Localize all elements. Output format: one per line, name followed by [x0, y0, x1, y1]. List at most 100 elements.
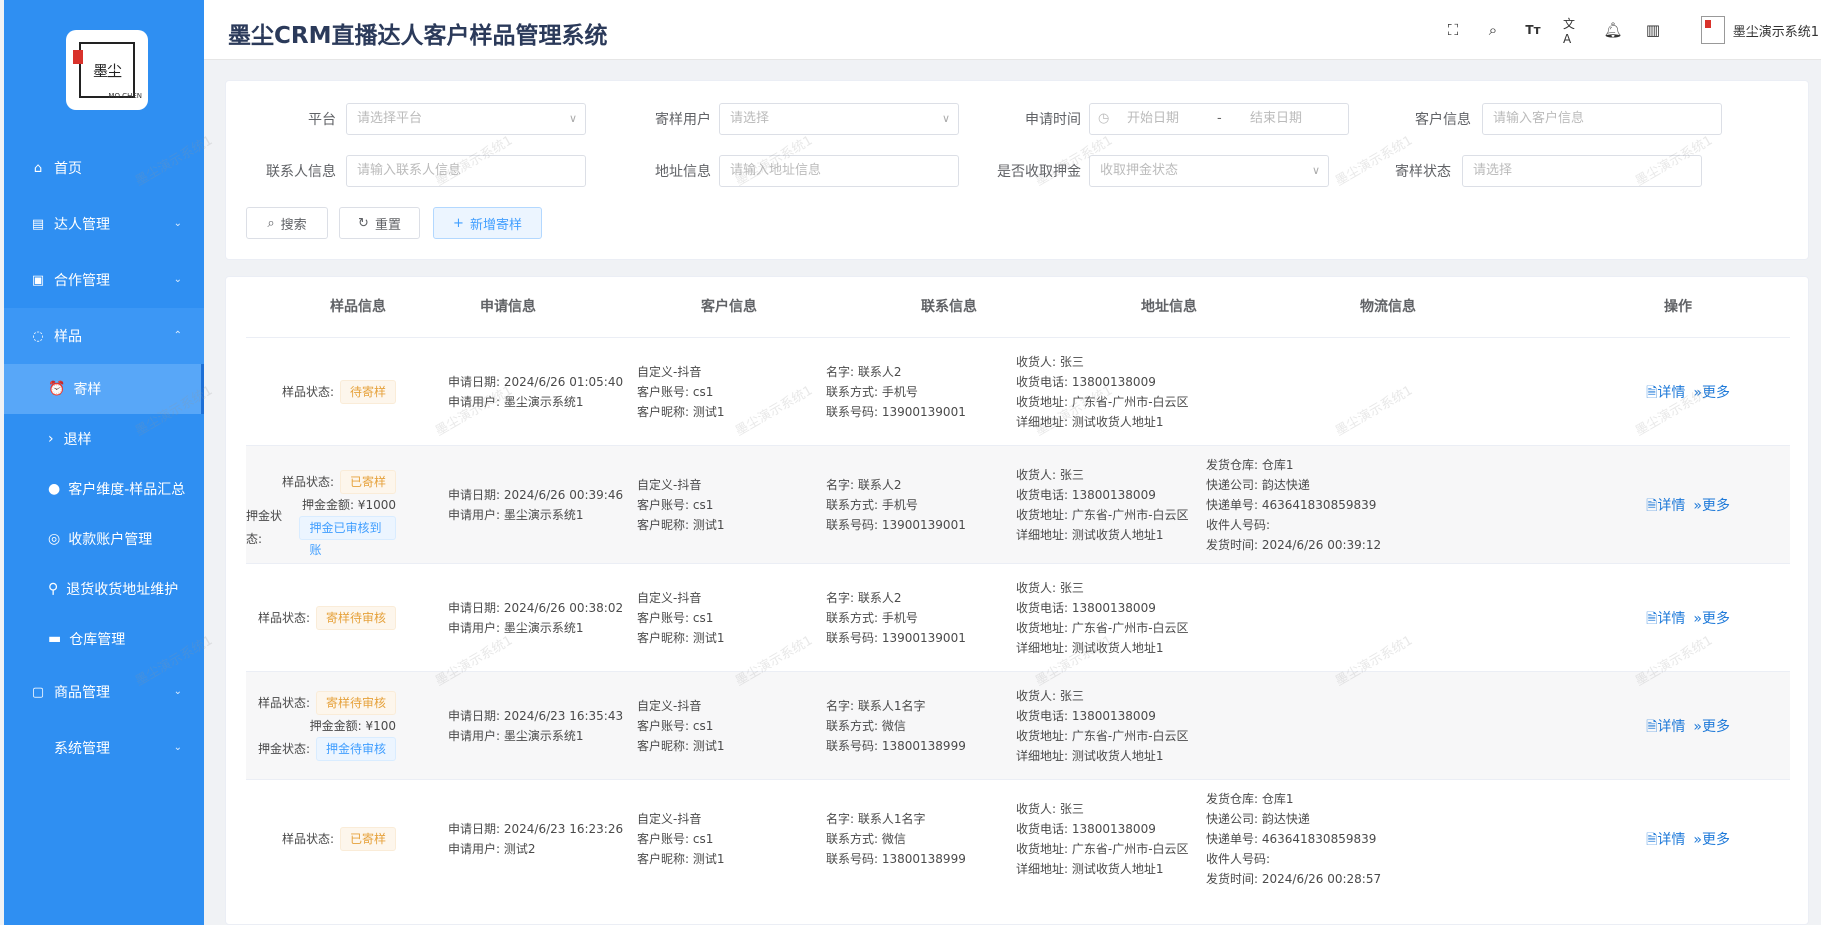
deposit-select[interactable]: 收取押金状态 ∨: [1089, 155, 1329, 187]
sidebar-item-send-sample[interactable]: ⏰ 寄样: [4, 364, 204, 414]
status-badge: 已寄样: [339, 827, 396, 851]
chevron-down-icon: ∨: [941, 112, 950, 125]
customer-input[interactable]: 请输入客户信息: [1482, 103, 1722, 135]
search-icon[interactable]: ⌕: [1483, 20, 1503, 40]
cell-text: 客户昵称: 测试1: [637, 405, 725, 419]
cell-text: 详细地址: 测试收货人地址1: [1016, 641, 1164, 655]
sample-info-cell: 样品状态: 寄样待审核 押金金额: ¥100 押金状态: 押金待审核: [246, 691, 396, 761]
alarm-clock-icon: ⏰: [48, 381, 66, 397]
sidebar-item-customer-summary[interactable]: ● 客户维度-样品汇总: [4, 464, 204, 514]
bell-icon[interactable]: 🔔︎: [1603, 20, 1623, 40]
sample-info-label: 押金状态:: [257, 741, 310, 756]
start-date-input[interactable]: 开始日期: [1127, 104, 1179, 134]
sample-info-label: 样品状态:: [257, 610, 310, 625]
detail-link[interactable]: 🗎︎详情: [1646, 495, 1685, 519]
sidebar-item-return-address[interactable]: ⚲ 退货收货地址维护: [4, 564, 204, 614]
sidebar-item-home[interactable]: ⌂ 首页: [4, 140, 204, 196]
cell-text: 名字: 联系人2: [826, 591, 902, 605]
cell-text: 联系方式: 微信: [826, 719, 906, 733]
chevron-right-icon: ›: [48, 431, 54, 447]
sample-info-label: 押金金额: ¥100: [309, 718, 396, 733]
avatar[interactable]: [1700, 16, 1725, 44]
sidebar: 墨尘 MO CHEN ⌂ 首页 ▤ 达人管理 ⌄ ▣ 合作管理 ⌄ ◌ 样品 ⌃ ⏰ 寄样 › 退…: [4, 0, 204, 925]
more-link[interactable]: »更多: [1693, 495, 1730, 519]
apply-info-cell: 申请日期: 2024/6/26 00:38:02 申请用户: 墨尘演示系统1: [448, 598, 633, 638]
detail-link-label: 详情: [1657, 498, 1686, 514]
chevron-down-icon: ⌄: [173, 686, 182, 697]
sample-info-label: 样品状态:: [281, 831, 334, 846]
address-label: 地址信息: [655, 164, 711, 180]
document-icon: 🗎︎: [1646, 611, 1658, 627]
sender-select[interactable]: 请选择 ∨: [719, 103, 959, 135]
address-info-cell: 收货人: 张三 收货电话: 13800138009 收货地址: 广东省-广州市-白云…: [1016, 352, 1201, 432]
translate-icon[interactable]: 文A: [1563, 17, 1583, 46]
document-icon: 🗎︎: [1646, 498, 1658, 514]
more-link[interactable]: »更多: [1693, 829, 1730, 853]
contact-input[interactable]: 请输入联系人信息: [346, 155, 586, 187]
more-link[interactable]: »更多: [1693, 608, 1730, 632]
status-badge: 寄样待审核: [315, 691, 396, 715]
user-menu[interactable]: 墨尘演示系统1: [1700, 16, 1819, 44]
double-chevron-right-icon: »: [1693, 498, 1702, 514]
sidebar-item-payment-account[interactable]: ◎ 收款账户管理: [4, 514, 204, 564]
cell-text: 收货人: 张三: [1016, 355, 1084, 369]
row-actions: 🗎︎详情 »更多: [1646, 495, 1730, 519]
cell-text: 收货电话: 13800138009: [1016, 822, 1156, 836]
sidebar-item-label: 商品管理: [54, 685, 110, 701]
building-icon[interactable]: ▥: [1643, 20, 1663, 40]
sample-info-label: 押金状态:: [246, 509, 283, 546]
detail-link[interactable]: 🗎︎详情: [1646, 382, 1685, 406]
detail-link[interactable]: 🗎︎详情: [1646, 829, 1685, 853]
sidebar-item-goods[interactable]: ▢ 商品管理 ⌄: [4, 664, 204, 720]
sidebar-item-return-sample[interactable]: › 退样: [4, 414, 204, 464]
sidebar-item-system[interactable]: 系统管理 ⌄: [4, 720, 204, 776]
cell-text: 收货人: 张三: [1016, 581, 1084, 595]
sidebar-item-influencer[interactable]: ▤ 达人管理 ⌄: [4, 196, 204, 252]
end-date-input[interactable]: 结束日期: [1250, 104, 1302, 134]
document-icon: 🗎︎: [1646, 832, 1658, 848]
fullscreen-icon[interactable]: ⛶: [1443, 20, 1463, 40]
cell-text: 名字: 联系人2: [826, 478, 902, 492]
font-size-icon[interactable]: Tт: [1523, 20, 1543, 40]
customer-info-cell: 自定义-抖音 客户账号: cs1 客户昵称: 测试1: [637, 696, 822, 756]
address-input[interactable]: 请输入地址信息: [719, 155, 959, 187]
detail-link[interactable]: 🗎︎详情: [1646, 716, 1685, 740]
sample-info-cell: 样品状态: 寄样待审核: [246, 606, 396, 630]
sidebar-item-cooperation[interactable]: ▣ 合作管理 ⌄: [4, 252, 204, 308]
cell-text: 申请日期: 2024/6/26 01:05:40: [448, 375, 624, 389]
cell-text: 收货地址: 广东省-广州市-白云区: [1016, 842, 1189, 856]
sample-info-line: 样品状态: 已寄样: [246, 470, 396, 494]
platform-select[interactable]: 请选择平台 ∨: [346, 103, 586, 135]
cell-text: 发货仓库: 仓库1: [1206, 458, 1294, 472]
status-select[interactable]: 请选择: [1462, 155, 1702, 187]
cell-text: 自定义-抖音: [637, 591, 702, 605]
more-link[interactable]: »更多: [1693, 716, 1730, 740]
add-sample-button[interactable]: + 新增寄样: [433, 207, 542, 239]
cell-text: 收货人: 张三: [1016, 802, 1084, 816]
chevron-down-icon: ∨: [568, 112, 577, 125]
cell-text: 申请用户: 墨尘演示系统1: [448, 508, 584, 522]
sample-info-label: 样品状态:: [257, 695, 310, 710]
status-badge: 押金已审核到账: [299, 516, 396, 557]
detail-link[interactable]: 🗎︎详情: [1646, 608, 1685, 632]
home-icon: ⌂: [33, 160, 43, 176]
sidebar-item-sample[interactable]: ◌ 样品 ⌃: [4, 308, 204, 364]
cell-text: 申请日期: 2024/6/26 00:38:02: [448, 601, 624, 615]
date-separator: -: [1217, 111, 1222, 126]
apply-info-cell: 申请日期: 2024/6/26 01:05:40 申请用户: 墨尘演示系统1: [448, 372, 633, 412]
address-info-cell: 收货人: 张三 收货电话: 13800138009 收货地址: 广东省-广州市-白云…: [1016, 686, 1201, 766]
cell-text: 收件人号码:: [1206, 518, 1271, 532]
search-button[interactable]: ⌕ 搜索: [246, 207, 328, 239]
header-toolbar: ⛶ ⌕ Tт 文A 🔔︎ ▥: [1443, 17, 1663, 46]
cell-text: 申请用户: 墨尘演示系统1: [448, 729, 584, 743]
contact-info-cell: 名字: 联系人1名字 联系方式: 微信 联系号码: 13800138999: [826, 809, 1011, 869]
more-link-label: 更多: [1702, 719, 1730, 735]
reset-button[interactable]: ↻ 重置: [339, 207, 420, 239]
logistics-info-cell: 发货仓库: 仓库1 快递公司: 韵达快递 快递单号: 463641830859839…: [1206, 455, 1391, 555]
cell-text: 联系号码: 13900139001: [826, 631, 966, 645]
date-range-picker[interactable]: ◷ 开始日期 - 结束日期: [1089, 103, 1349, 135]
sidebar-item-warehouse[interactable]: ▬ 仓库管理: [4, 614, 204, 664]
address-info-cell: 收货人: 张三 收货电话: 13800138009 收货地址: 广东省-广州市-白云…: [1016, 578, 1201, 658]
more-link[interactable]: »更多: [1693, 382, 1730, 406]
table-row: 样品状态: 已寄样 押金金额: ¥1000 押金状态: 押金已审核到账 申请日期: 202…: [246, 445, 1790, 563]
